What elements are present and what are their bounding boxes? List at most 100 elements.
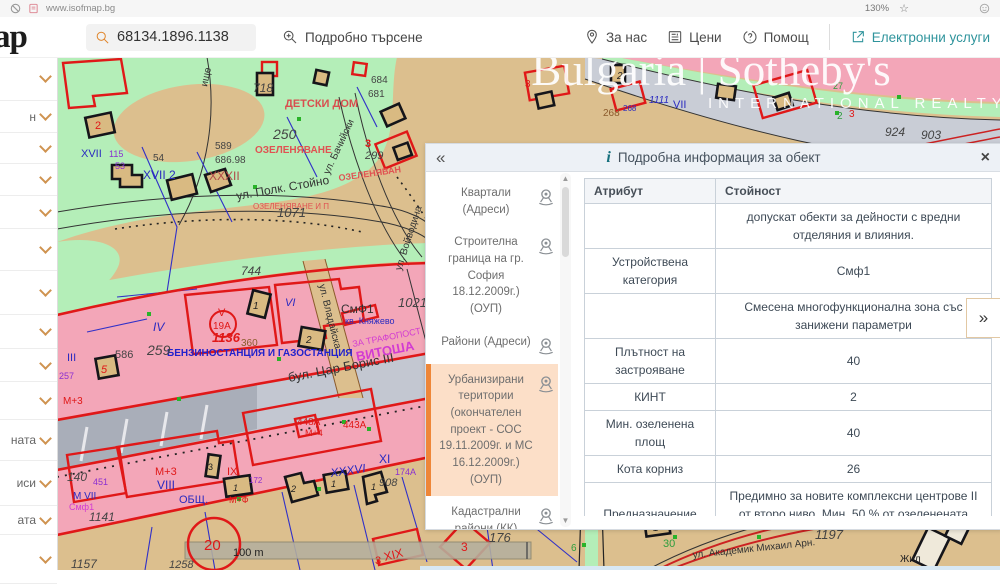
chevron-down-icon [39,204,52,217]
map-label: 908 [379,477,398,489]
layer-item-label: Квартали (Адреси) [438,185,534,218]
sidebar-item[interactable]: н [0,101,57,133]
nav-about[interactable]: За нас [584,29,647,45]
map-label: IV [153,320,165,334]
sidebar-item[interactable] [0,57,57,101]
map-label: БЕНЗИНОСТАНЦИЯ И ГАЗОСТАНЦИЯ [167,348,353,359]
info-panel-header: « iПодробна информация за обект × [426,144,1000,172]
sidebar-item[interactable] [0,382,57,420]
close-panel-button[interactable]: × [970,149,1000,167]
sidebar-item[interactable] [0,315,57,349]
map-label: 903 [921,128,941,142]
chevron-down-icon [39,432,52,445]
map-label: 1 [233,483,238,493]
table-row: КИНТ2 [585,384,992,411]
layer-item[interactable]: Урбанизирани територии (окончателен прое… [430,364,558,497]
page-icon [28,3,39,14]
layer-item[interactable]: Кадастрални райони (КК) [430,496,558,529]
feedback-smiley-icon[interactable] [979,3,990,14]
layers-list: Квартали (Адреси) Строителна граница на г… [426,171,572,529]
chevron-down-icon [39,241,52,254]
sidebar-item[interactable]: ната [0,420,57,461]
chevron-down-icon [39,323,52,336]
sidebar-item[interactable] [0,349,57,382]
attribute-cell: Устройствена категория [585,249,716,294]
layer-item[interactable]: Квартали (Адреси) [430,177,558,226]
map-label: 176 [489,530,511,545]
sidebar-item[interactable] [0,164,57,196]
map-label: 53 [115,161,125,171]
map-label: М+Ф [229,495,249,505]
site-logo[interactable]: ap [0,19,40,56]
browser-zoom-level[interactable]: 130% [865,3,889,14]
map-label: 589 [215,141,232,152]
sidebar-item[interactable] [0,196,57,229]
browser-url[interactable]: www.isofmap.bg [46,3,115,14]
map-label: 1 [371,482,376,492]
map-label: 3 [461,540,468,554]
sidebar-item[interactable] [0,229,57,271]
map-label: 1021 [398,295,427,310]
map-label: 172 [249,476,263,485]
sidebar-item[interactable] [0,271,57,315]
layers-scrollbar[interactable]: ▲ ▼ [560,173,571,527]
map-label: 2 [95,120,101,132]
table-row: Плътност на застрояване40 [585,339,992,384]
map-label: 1111 [649,95,669,106]
sidebar-item[interactable] [0,133,57,164]
table-row: Устройствена категорияСмф1 [585,249,992,294]
map-label: 299 [364,150,383,162]
map-label: XVII [81,148,102,160]
map-label: 3 [365,138,371,150]
external-link-icon [850,29,866,45]
nav-help[interactable]: Помощ [742,29,809,45]
browser-bar: www.isofmap.bg 130% ☆ [0,0,1000,18]
sidebar-item[interactable] [0,535,57,584]
map-label: 1258 [169,559,194,570]
expand-panel-button[interactable]: » [966,298,1000,338]
sidebar-item[interactable]: иси [0,461,57,506]
attribute-cell: Плътност на застрояване [585,339,716,384]
map-label: 268 [603,108,620,119]
map-label: VII [673,99,686,111]
search-value: 68134.1896.1138 [117,29,229,45]
value-cell: допускат обекти за дейности с вредни отд… [716,204,992,249]
header-nav: За нас Цени Помощ Електронни услуги [584,24,1000,50]
map-label: XI [379,452,390,466]
map-label: М+3 [155,466,177,478]
bookmark-star-icon[interactable]: ☆ [899,2,909,15]
value-cell: 26 [716,456,992,483]
table-row: Кота корниз26 [585,456,992,483]
map-pin-icon[interactable] [536,506,556,526]
map-label: Жил [900,554,921,565]
map-pin-icon[interactable] [536,236,556,256]
collapse-panel-button[interactable]: « [426,144,455,171]
attribute-table-area: Атрибут Стойност допускат обекти за дейн… [584,178,992,516]
chevron-down-icon [39,140,52,153]
map-label: 257 [59,371,74,381]
map-label: 2 [837,111,843,122]
table-row: Смесена многофункционална зона със заниж… [585,294,992,339]
attribute-cell: Мин. озеленена площ [585,411,716,456]
map-label: V [218,307,226,319]
location-pin-icon [584,29,600,45]
map-pin-icon[interactable] [536,374,556,394]
attribute-cell [585,204,716,249]
map-label: IX [227,466,238,478]
layer-item[interactable]: Райони (Адреси) [430,326,558,364]
attribute-cell: Кота корниз [585,456,716,483]
value-cell: Смф1 [716,249,992,294]
sidebar-item[interactable]: ата [0,506,57,535]
map-pin-icon[interactable] [536,336,556,356]
map-label: 115 [109,149,123,159]
nav-eservices[interactable]: Електронни услуги [850,29,990,45]
map-label: 1 [253,301,259,312]
search-input[interactable]: 68134.1896.1138 [86,24,256,51]
layer-item[interactable]: Строителна граница на гр. София 18.12.20… [430,226,558,325]
detailed-search-button[interactable]: Подробно търсене [282,29,423,45]
map-pin-icon[interactable] [536,187,556,207]
chevron-down-icon [39,551,52,564]
value-cell: 40 [716,411,992,456]
map-label: III [67,352,76,364]
nav-prices[interactable]: Цени [667,29,722,45]
